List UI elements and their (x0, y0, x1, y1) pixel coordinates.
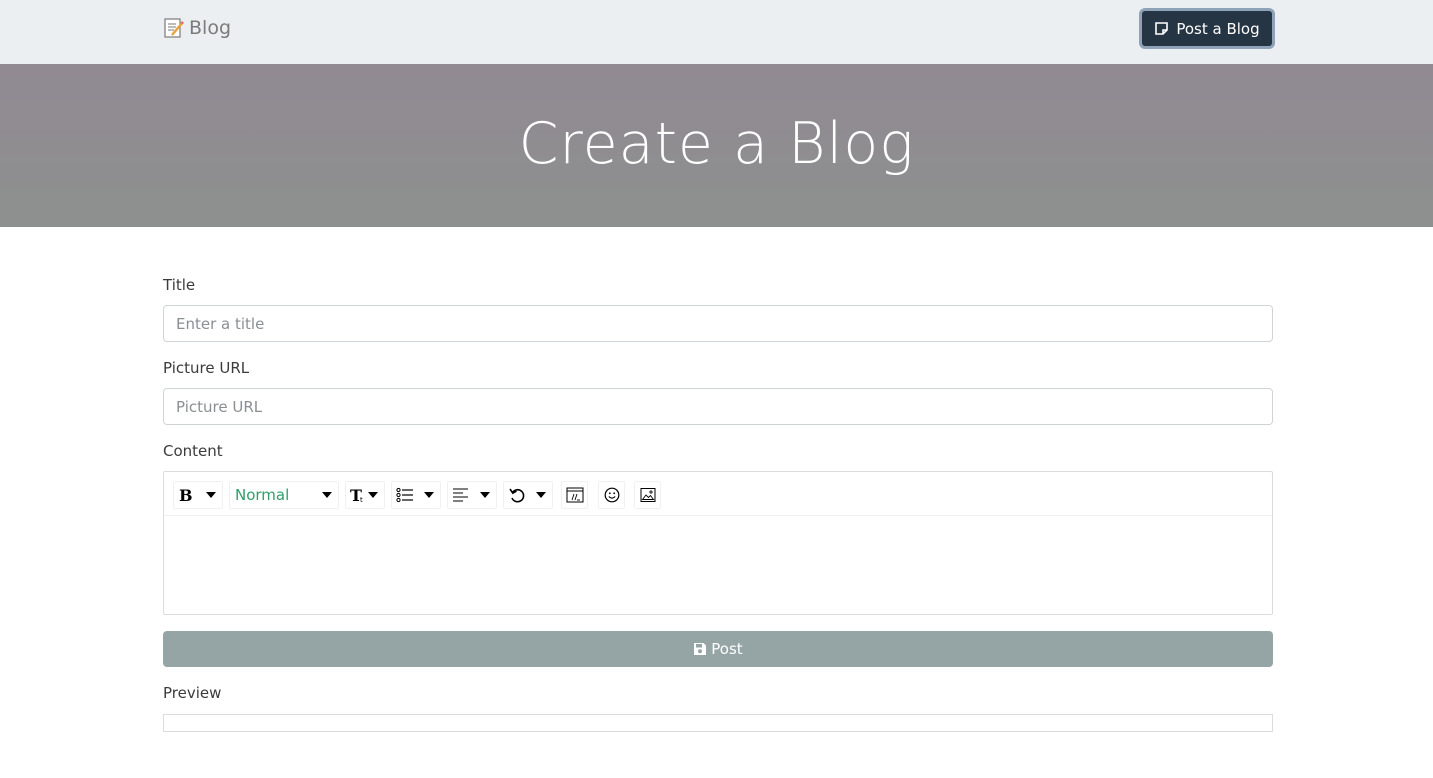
editor-toolbar: B Normal T t (164, 472, 1272, 516)
picture-url-label: Picture URL (163, 359, 250, 377)
chevron-down-icon (322, 492, 332, 498)
image-icon (640, 488, 655, 502)
emoji-icon (604, 487, 619, 503)
svg-text:B: B (179, 487, 193, 503)
content-label: Content (163, 442, 223, 460)
title-input[interactable] (163, 305, 1273, 342)
block-type-value: Normal (235, 486, 290, 504)
page-title: Create a Blog (518, 111, 915, 177)
preview-panel (163, 714, 1273, 732)
preview-label: Preview (163, 684, 222, 702)
chevron-down-icon (536, 492, 546, 498)
post-a-blog-label: Post a Blog (1176, 19, 1260, 38)
align-left-icon (453, 488, 468, 502)
list-icon (396, 487, 413, 503)
embed-icon (566, 487, 583, 503)
history-dropdown[interactable] (503, 481, 553, 509)
image-button[interactable] (634, 481, 661, 509)
post-submit-button[interactable]: Post (163, 631, 1273, 667)
save-icon (694, 643, 707, 655)
list-dropdown[interactable] (391, 481, 441, 509)
undo-icon (509, 488, 525, 503)
text-align-dropdown[interactable] (447, 481, 497, 509)
chevron-down-icon (480, 492, 490, 498)
editor-content-area[interactable] (164, 516, 1272, 614)
inline-style-dropdown[interactable]: B (173, 481, 223, 509)
chevron-down-icon (206, 492, 216, 498)
chevron-down-icon (424, 492, 434, 498)
emoji-button[interactable] (598, 481, 625, 509)
font-size-dropdown[interactable]: T t (345, 481, 385, 509)
note-icon (1155, 22, 1169, 35)
bold-icon: B (179, 487, 193, 503)
title-label: Title (163, 276, 196, 294)
hero-banner: Create a Blog (0, 64, 1433, 227)
memo-icon (163, 17, 185, 39)
brand-link[interactable]: Blog (163, 16, 231, 40)
picture-url-input[interactable] (163, 388, 1273, 425)
post-submit-label: Post (711, 640, 743, 658)
navbar: Blog Post a Blog (0, 0, 1433, 64)
svg-text:t: t (360, 496, 363, 504)
font-size-icon: T t (350, 486, 363, 504)
brand-label: Blog (189, 17, 231, 39)
rich-text-editor: B Normal T t (163, 471, 1273, 615)
block-type-dropdown[interactable]: Normal (229, 481, 339, 509)
chevron-down-icon (368, 492, 378, 498)
embed-button[interactable] (561, 481, 588, 509)
post-a-blog-button[interactable]: Post a Blog (1139, 8, 1275, 49)
